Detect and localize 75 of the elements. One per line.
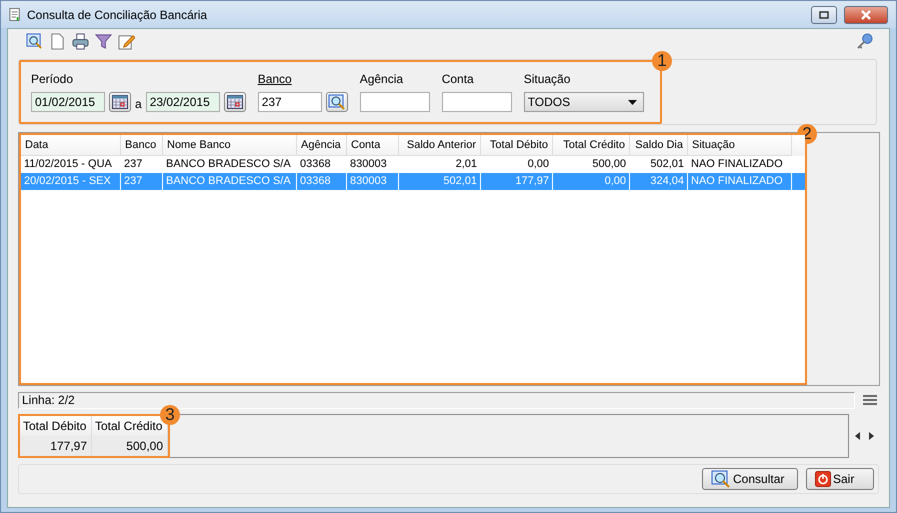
power-icon [815, 471, 831, 487]
column-header[interactable]: Data [21, 135, 121, 156]
table-cell: BANCO BRADESCO S/A [163, 173, 297, 190]
column-header[interactable]: Banco [121, 135, 163, 156]
date-field[interactable]: 01/02/2015 [31, 92, 105, 112]
table-cell: 502,01 [399, 173, 481, 190]
table-cell-text: 11/02/2015 - QUA [23, 157, 113, 172]
column-header[interactable]: Nome Banco [163, 135, 297, 156]
field-label: Período [31, 72, 74, 86]
field-label: Situação [524, 72, 572, 86]
menu-icon[interactable] [863, 394, 877, 406]
table-cell: 0,00 [553, 173, 630, 190]
column-header: Total Débito [20, 416, 92, 436]
date-field[interactable]: 23/02/2015 [146, 92, 220, 112]
table-cell-text: 0,00 [526, 157, 550, 172]
table-row[interactable]: 11/02/2015 - QUA 237 BANCO BRADESCO S/A 03368 830003 2,01 0,00 500,00 502,01 NAO FINALIZADO [21, 156, 805, 173]
calendar-button[interactable] [109, 92, 131, 112]
table-cell-text: NAO FINALIZADO [690, 157, 784, 172]
column-header[interactable]: Agência [297, 135, 347, 156]
restore-button[interactable] [811, 6, 837, 24]
printer-icon[interactable] [72, 32, 89, 50]
table-cell: 237 [121, 173, 163, 190]
search-icon [328, 94, 346, 110]
column-header[interactable]: Saldo Dia [630, 135, 688, 156]
document-icon [9, 7, 21, 22]
caret-icon [628, 100, 637, 104]
bank-link[interactable]: Banco [258, 72, 348, 86]
table-cell-text: 03368 [299, 157, 332, 172]
calendar-icon [112, 95, 128, 109]
agency-field[interactable] [360, 92, 430, 112]
field-label: Conta [442, 72, 475, 86]
column-header[interactable]: Conta [347, 135, 399, 156]
bank-field[interactable]: 237 [258, 92, 322, 112]
annotation-badge: 1 [652, 51, 672, 71]
row-count: Linha: 2/2 [22, 392, 75, 406]
range-separator: a [135, 96, 142, 111]
restore-icon [819, 10, 829, 18]
filter-icon[interactable] [95, 32, 112, 50]
calendar-icon [226, 95, 243, 109]
table-cell-text: 500,00 [591, 157, 627, 172]
total-value: 500,00 [92, 436, 168, 456]
action-button[interactable]: Consultar [702, 468, 798, 490]
table-cell-text: 237 [123, 157, 144, 172]
key-icon[interactable] [856, 32, 873, 50]
column-header[interactable]: Total Crédito [553, 135, 630, 156]
close-icon [860, 10, 872, 20]
table-cell-text: 2,01 [454, 157, 478, 172]
table-cell: NAO FINALIZADO [688, 173, 792, 190]
status-dropdown[interactable]: TODOS [524, 92, 644, 112]
scroll-right-icon[interactable] [868, 432, 874, 440]
table-cell-text: 830003 [349, 157, 388, 172]
annotation-badge: 3 [160, 405, 180, 425]
lookup-button[interactable] [326, 92, 348, 112]
table-cell: 03368 [297, 173, 347, 190]
new-document-icon[interactable] [49, 32, 66, 50]
field-label: Agência [360, 72, 404, 86]
search-icon [711, 470, 731, 488]
close-button[interactable] [844, 6, 888, 24]
calendar-button[interactable] [224, 92, 246, 112]
column-header[interactable]: Total Débito [481, 135, 553, 156]
account-field[interactable] [442, 92, 512, 112]
action-button[interactable]: Sair [806, 468, 874, 490]
table-cell: 324,04 [630, 173, 688, 190]
table-cell-text: 502,01 [649, 157, 685, 172]
window-title: Consulta de Conciliação Bancária [27, 8, 208, 22]
scroll-left-icon[interactable] [854, 432, 860, 440]
edit-icon[interactable] [118, 32, 135, 50]
table-cell: 177,97 [481, 173, 553, 190]
total-value: 177,97 [20, 436, 92, 456]
table-cell-text: BANCO BRADESCO S/A [165, 157, 292, 172]
search-icon[interactable] [26, 32, 43, 50]
column-header[interactable]: Saldo Anterior [399, 135, 481, 156]
column-header[interactable]: Situação [688, 135, 792, 156]
table-cell: 20/02/2015 - SEX [21, 173, 121, 190]
table-cell: 830003 [347, 173, 399, 190]
